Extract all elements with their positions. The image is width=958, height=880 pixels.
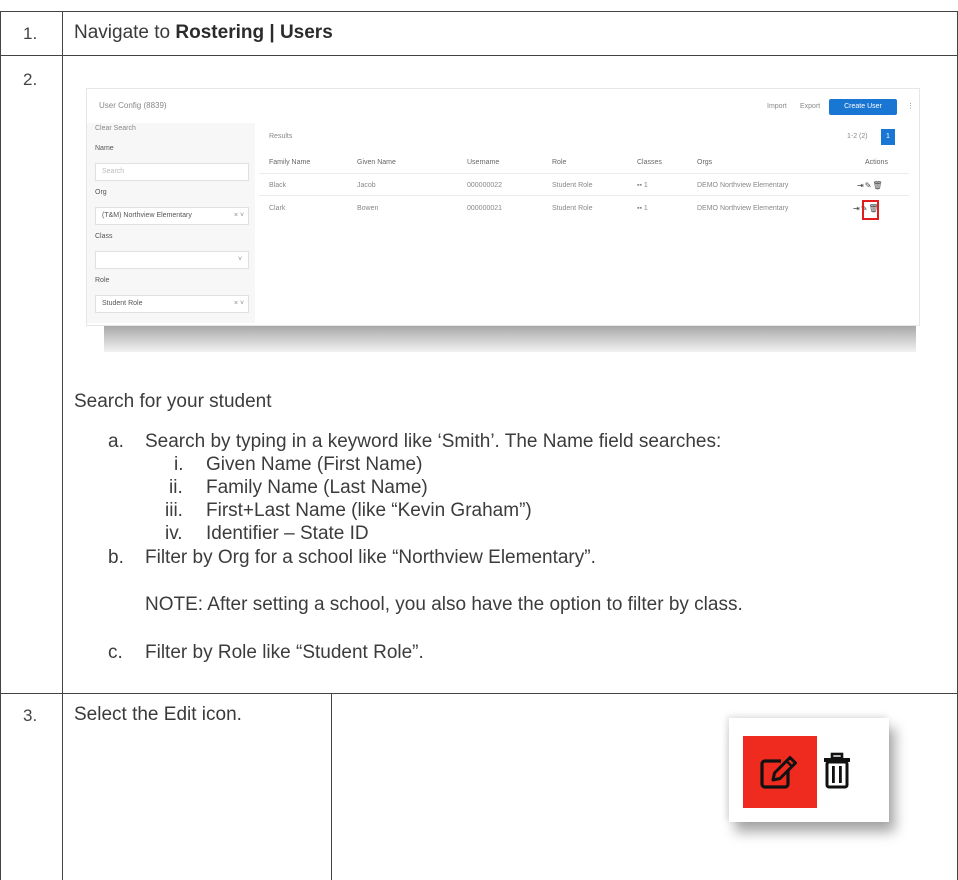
item-i-marker: i.: [174, 454, 184, 475]
org-select-value: (T&M) Northview Elementary: [102, 212, 192, 219]
row1-divider: [259, 195, 909, 196]
chevron-down-icon: ˅: [238, 256, 243, 263]
table-left-border: [0, 11, 1, 880]
import-link[interactable]: Import: [767, 103, 787, 110]
clear-search-link[interactable]: Clear Search: [95, 125, 136, 132]
filter-sidebar: Clear Search Name Search Org (T&M) North…: [87, 123, 255, 323]
col-actions: Actions: [865, 159, 888, 166]
more-menu-icon[interactable]: ⋮: [907, 102, 914, 110]
step-3-text: Select the Edit icon.: [74, 704, 242, 725]
item-iv-marker: iv.: [165, 523, 183, 544]
table-top-border: [0, 11, 958, 12]
row1-given-name: Jacob: [357, 182, 376, 189]
item-a-marker: a.: [108, 431, 124, 452]
role-filter-label: Role: [95, 277, 110, 284]
edit-icon-highlight: [862, 200, 879, 220]
note-text: NOTE: After setting a school, you also h…: [145, 594, 743, 615]
row-2-bottom-border: [0, 693, 958, 694]
page-number-chip[interactable]: 1: [881, 129, 895, 145]
item-iv-text: Identifier – State ID: [206, 523, 369, 544]
item-ii-marker: ii.: [169, 477, 183, 498]
step-3-number: 3.: [23, 706, 38, 725]
role-select-value: Student Role: [102, 300, 143, 307]
number-column-divider: [62, 11, 63, 880]
row2-orgs: DEMO Northview Elementary: [697, 205, 789, 212]
item-b-marker: b.: [108, 547, 124, 568]
page-number: 1: [886, 133, 890, 140]
row2-role: Student Role: [552, 205, 593, 212]
item-c-marker: c.: [108, 642, 123, 663]
class-filter-label: Class: [95, 233, 113, 240]
org-select[interactable]: (T&M) Northview Elementary × ˅: [95, 207, 249, 225]
row2-class-count: 1: [643, 205, 648, 212]
row-1-bottom-border: [0, 55, 958, 56]
item-b-text: Filter by Org for a school like “Northvi…: [145, 547, 596, 568]
header-divider: [259, 173, 909, 174]
user-config-title: User Config (8839): [99, 101, 167, 110]
col-username[interactable]: Username: [467, 159, 499, 166]
col-given-name[interactable]: Given Name: [357, 159, 396, 166]
item-i-text: Given Name (First Name): [206, 454, 423, 475]
user-config-panel: User Config (8839) Import Export Create …: [86, 88, 920, 326]
row2-username: 000000021: [467, 205, 503, 212]
item-a-text: Search by typing in a keyword like ‘Smit…: [145, 431, 722, 452]
col-role[interactable]: Role: [552, 159, 566, 166]
row1-username: 000000022: [467, 182, 503, 189]
row1-classes[interactable]: ▪▪ 1: [637, 182, 648, 189]
class-select[interactable]: ˅: [95, 251, 249, 269]
name-search-placeholder: Search: [102, 168, 125, 175]
row1-class-count: 1: [643, 182, 648, 189]
classes-icon: ▪▪: [637, 182, 644, 189]
item-ii-text: Family Name (Last Name): [206, 477, 428, 498]
step-2-intro: Search for your student: [74, 391, 272, 412]
name-search-input[interactable]: Search: [95, 163, 249, 181]
item-iii-text: First+Last Name (like “Kevin Graham”): [206, 500, 532, 521]
step-1-text: Navigate to Rostering | Users: [74, 22, 333, 44]
user-config-screenshot: User Config (8839) Import Export Create …: [86, 88, 923, 351]
trash-icon[interactable]: [822, 752, 852, 790]
col-classes[interactable]: Classes: [637, 159, 662, 166]
role-select[interactable]: Student Role × ˅: [95, 295, 249, 313]
row2-family-name: Clark: [269, 205, 286, 212]
name-filter-label: Name: [95, 145, 114, 152]
row1-actions: ⇥✎🗑: [857, 181, 884, 190]
step-1-prefix: Navigate to: [74, 22, 176, 43]
row1-family-name: Black: [269, 182, 287, 189]
chevron-down-icon: × ˅: [234, 300, 245, 307]
org-filter-label: Org: [95, 189, 107, 196]
item-iii-marker: iii.: [165, 500, 183, 521]
col-orgs[interactable]: Orgs: [697, 159, 712, 166]
create-user-label: Create User: [844, 103, 882, 110]
step-1-number: 1.: [23, 24, 38, 43]
results-label: Results: [269, 133, 293, 140]
row-3-inner-divider: [331, 693, 332, 880]
row1-orgs: DEMO Northview Elementary: [697, 182, 789, 189]
step-2-number: 2.: [23, 70, 38, 89]
row2-classes[interactable]: ▪▪ 1: [637, 205, 648, 212]
create-user-button[interactable]: Create User: [829, 99, 897, 115]
export-link[interactable]: Export: [800, 103, 820, 110]
col-family-name[interactable]: Family Name: [269, 159, 310, 166]
chevron-down-icon: × ˅: [234, 212, 245, 219]
step-1-bold-path: Rostering | Users: [175, 22, 333, 43]
item-c-text: Filter by Role like “Student Role”.: [145, 642, 424, 663]
edit-icon[interactable]: [759, 752, 799, 792]
pagination-text: 1-2 (2): [847, 133, 868, 140]
login-icon[interactable]: ⇥: [853, 204, 861, 213]
row2-given-name: Bowen: [357, 205, 379, 212]
login-icon[interactable]: ⇥: [857, 181, 865, 190]
row1-role: Student Role: [552, 182, 593, 189]
trash-icon[interactable]: 🗑: [872, 181, 883, 190]
classes-icon: ▪▪: [637, 205, 644, 212]
